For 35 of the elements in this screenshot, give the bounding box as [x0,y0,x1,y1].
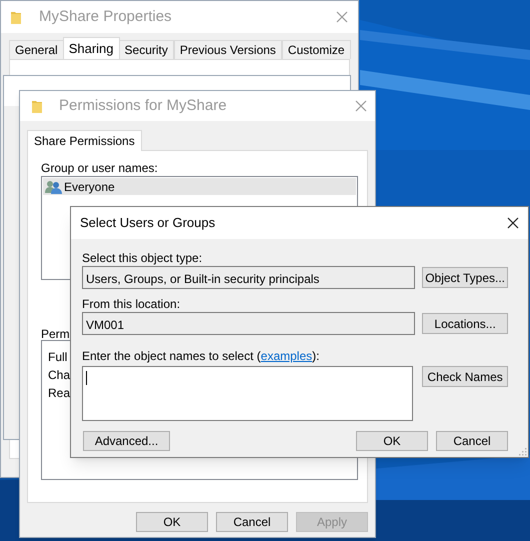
window-title: MyShare Properties [39,6,172,27]
window-title: Permissions for MyShare [59,96,227,116]
group-label: Group or user names: [41,160,159,174]
folder-icon [31,98,43,114]
tab[interactable]: General [9,40,64,59]
tab[interactable]: Previous Versions [174,40,282,59]
user-name: Everyone [64,178,115,196]
location-label: From this location: [82,296,182,310]
user-list-item[interactable]: Everyone [43,178,356,195]
advanced-button[interactable]: Advanced... [83,431,170,451]
object-types-button[interactable]: Object Types... [422,267,508,288]
object-type-label: Select this object type: [82,250,204,264]
permission-name: Cha [48,367,70,381]
folder-icon [10,9,22,25]
examples-link[interactable]: examples [260,349,312,363]
tab[interactable]: Sharing [62,37,120,59]
object-type-field: Users, Groups, or Built-in security principals [82,266,416,289]
close-icon[interactable] [507,217,519,229]
users-icon [45,180,62,194]
cancel-button[interactable]: Cancel [436,431,508,451]
permission-name: Full [48,349,68,363]
dialog-button[interactable]: OK [136,512,208,532]
window-title: Select Users or Groups [80,214,216,232]
resize-grip-icon[interactable] [519,448,527,456]
ok-button[interactable]: OK [356,431,428,451]
locations-button[interactable]: Locations... [422,313,508,334]
object-names-label: Enter the object names to select (examples): [82,348,320,362]
tab[interactable]: Share Permissions [27,130,142,151]
object-names-field[interactable] [82,366,414,421]
tab[interactable]: Customize [282,40,351,59]
check-names-button[interactable]: Check Names [422,366,508,387]
location-field: VM001 [82,312,416,335]
permission-name: Rea [48,385,70,399]
tab[interactable]: Security [118,40,174,59]
dialog-button[interactable]: Cancel [216,512,288,532]
